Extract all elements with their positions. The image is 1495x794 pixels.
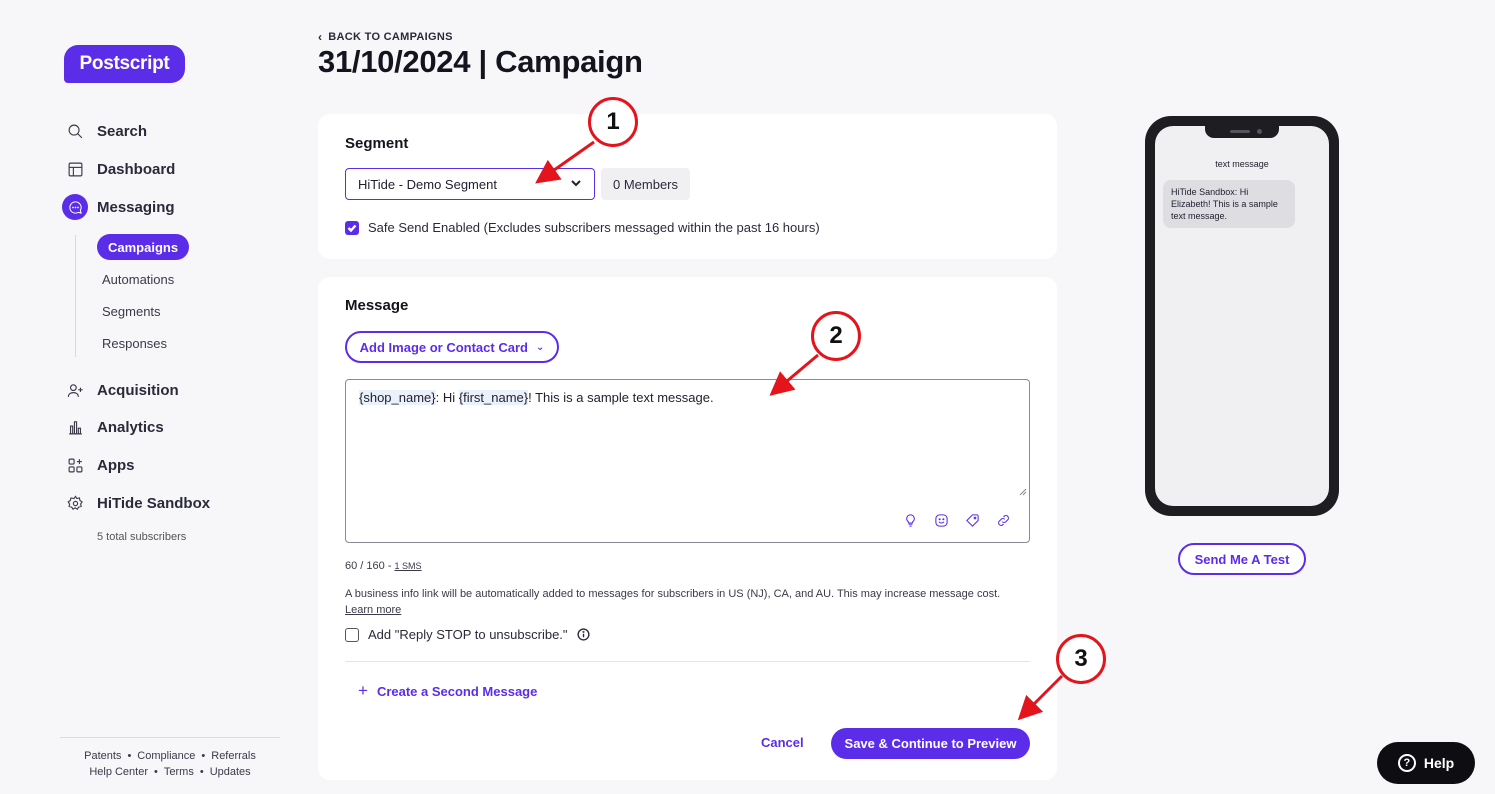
learn-more-link[interactable]: Learn more [345,604,401,616]
chat-bubble-icon [62,194,88,220]
safe-send-checkbox[interactable] [345,220,359,235]
emoji-icon[interactable] [934,513,949,528]
tag-icon[interactable] [965,513,980,528]
sidebar-subitem-automations[interactable]: Automations [102,272,174,287]
footer-link-help-center[interactable]: Help Center [89,766,148,778]
first-name-variable: {first_name} [458,390,529,405]
members-count-badge: 0 Members [601,168,690,200]
back-label: BACK TO CAMPAIGNS [328,31,453,43]
postscript-logo[interactable]: Postscript [64,45,185,83]
subnav-divider [75,235,76,357]
footer-separator: • [199,766,204,778]
question-icon: ? [1397,754,1416,772]
second-message-label: Create a Second Message [376,683,538,699]
reply-stop-row: Add "Reply STOP to unsubscribe." [345,627,590,642]
message-tools [903,513,1011,528]
chevron-down-icon [570,177,582,192]
resize-handle-icon[interactable] [1019,488,1027,496]
phone-notch [1205,126,1279,138]
info-icon[interactable] [576,628,590,641]
create-second-message-button[interactable]: + Create a Second Message [358,681,537,701]
gear-icon [64,492,86,514]
page-title: 31/10/2024 | Campaign [318,44,643,79]
footer-link-patents[interactable]: Patents [84,750,121,762]
plus-icon: + [358,681,368,700]
footer-separator: • [154,766,158,778]
send-me-a-test-button[interactable]: Send Me A Test [1178,543,1306,575]
add-image-contact-card-button[interactable]: Add Image or Contact Card ⌄ [345,331,559,363]
link-icon[interactable] [996,513,1011,528]
bar-chart-icon [64,416,86,438]
sidebar-item-acquisition[interactable]: Acquisition [64,377,179,403]
help-button[interactable]: ? Help [1377,742,1475,784]
annotation-badge-1: 1 [588,97,638,147]
chevron-down-icon: ⌄ [535,341,545,353]
lightbulb-icon[interactable] [903,513,918,528]
search-icon [64,120,86,142]
sidebar-item-label: Dashboard [97,160,176,178]
message-textarea[interactable]: {shop_name}: Hi {first_name}! This is a … [345,379,1030,543]
message-divider [345,661,1030,662]
shop-name-variable: {shop_name} [359,390,436,405]
checkmark-icon [347,224,357,232]
safe-send-row: Safe Send Enabled (Excludes subscribers … [345,220,820,235]
footer-links-row-1: Patents • Compliance • Referrals [60,750,280,762]
sidebar-item-hitide-sandbox[interactable]: HiTide Sandbox [64,490,210,516]
message-text: : Hi [435,390,459,405]
sidebar-item-label: Search [97,122,148,140]
apps-grid-icon [64,454,86,476]
annotation-badge-2: 2 [811,311,861,361]
cancel-button[interactable]: Cancel [761,735,804,750]
sidebar-subitem-responses[interactable]: Responses [102,336,167,351]
back-to-campaigns-link[interactable]: ‹ BACK TO CAMPAIGNS [318,30,453,44]
help-label: Help [1423,755,1455,771]
sidebar-item-apps[interactable]: Apps [64,452,135,478]
user-plus-icon [64,379,86,401]
message-body: {shop_name}: Hi {first_name}! This is a … [359,390,714,405]
business-info-notice: A business info link will be automatical… [345,588,1001,600]
sidebar-item-search[interactable]: Search [64,118,147,144]
sidebar-item-analytics[interactable]: Analytics [64,414,164,440]
sidebar-item-label: Acquisition [97,381,179,399]
phone-preview-label: text message [1215,159,1269,169]
annotation-badge-3: 3 [1056,634,1106,684]
phone-screen: text message HiTide Sandbox: Hi Elizabet… [1155,126,1329,506]
chevron-left-icon: ‹ [318,30,323,44]
char-count-value: 60 / 160 [345,560,385,572]
footer-link-compliance[interactable]: Compliance [137,750,195,762]
sidebar-item-messaging[interactable]: Messaging [62,194,175,220]
sidebar-footer-divider [60,737,280,738]
sidebar-subitem-campaigns[interactable]: Campaigns [97,234,190,260]
footer-link-updates[interactable]: Updates [210,766,251,778]
save-continue-preview-button[interactable]: Save & Continue to Preview [831,728,1030,759]
character-count: 60 / 160 - 1 SMS [345,560,422,572]
sms-count-link[interactable]: 1 SMS [395,561,422,571]
sidebar-item-label: Analytics [97,418,164,436]
sidebar-item-label: HiTide Sandbox [97,494,211,512]
sidebar-item-label: Messaging [97,198,175,216]
reply-stop-label: Add "Reply STOP to unsubscribe." [368,627,568,642]
add-media-label: Add Image or Contact Card [359,339,528,355]
segment-select-value: HiTide - Demo Segment [358,176,497,192]
subscriber-count: 5 total subscribers [97,531,187,543]
sidebar-item-dashboard[interactable]: Dashboard [64,156,175,182]
message-text: ! This is a sample text message. [528,390,714,405]
footer-separator: • [127,750,132,762]
count-separator: - [384,560,395,572]
message-title: Message [345,297,409,314]
message-preview-bubble: HiTide Sandbox: Hi Elizabeth! This is a … [1163,180,1295,228]
reply-stop-checkbox[interactable] [345,627,359,642]
phone-preview: text message HiTide Sandbox: Hi Elizabet… [1145,116,1339,516]
sidebar-item-label: Apps [97,456,135,474]
footer-separator: • [201,750,206,762]
footer-links-row-2: Help Center • Terms • Updates [60,766,280,778]
segment-title: Segment [345,135,409,152]
dashboard-icon [64,158,86,180]
footer-link-referrals[interactable]: Referrals [211,750,256,762]
segment-select[interactable]: HiTide - Demo Segment [345,168,595,200]
footer-link-terms[interactable]: Terms [164,766,194,778]
sidebar-subitem-segments[interactable]: Segments [102,304,161,319]
safe-send-label: Safe Send Enabled (Excludes subscribers … [368,220,820,235]
